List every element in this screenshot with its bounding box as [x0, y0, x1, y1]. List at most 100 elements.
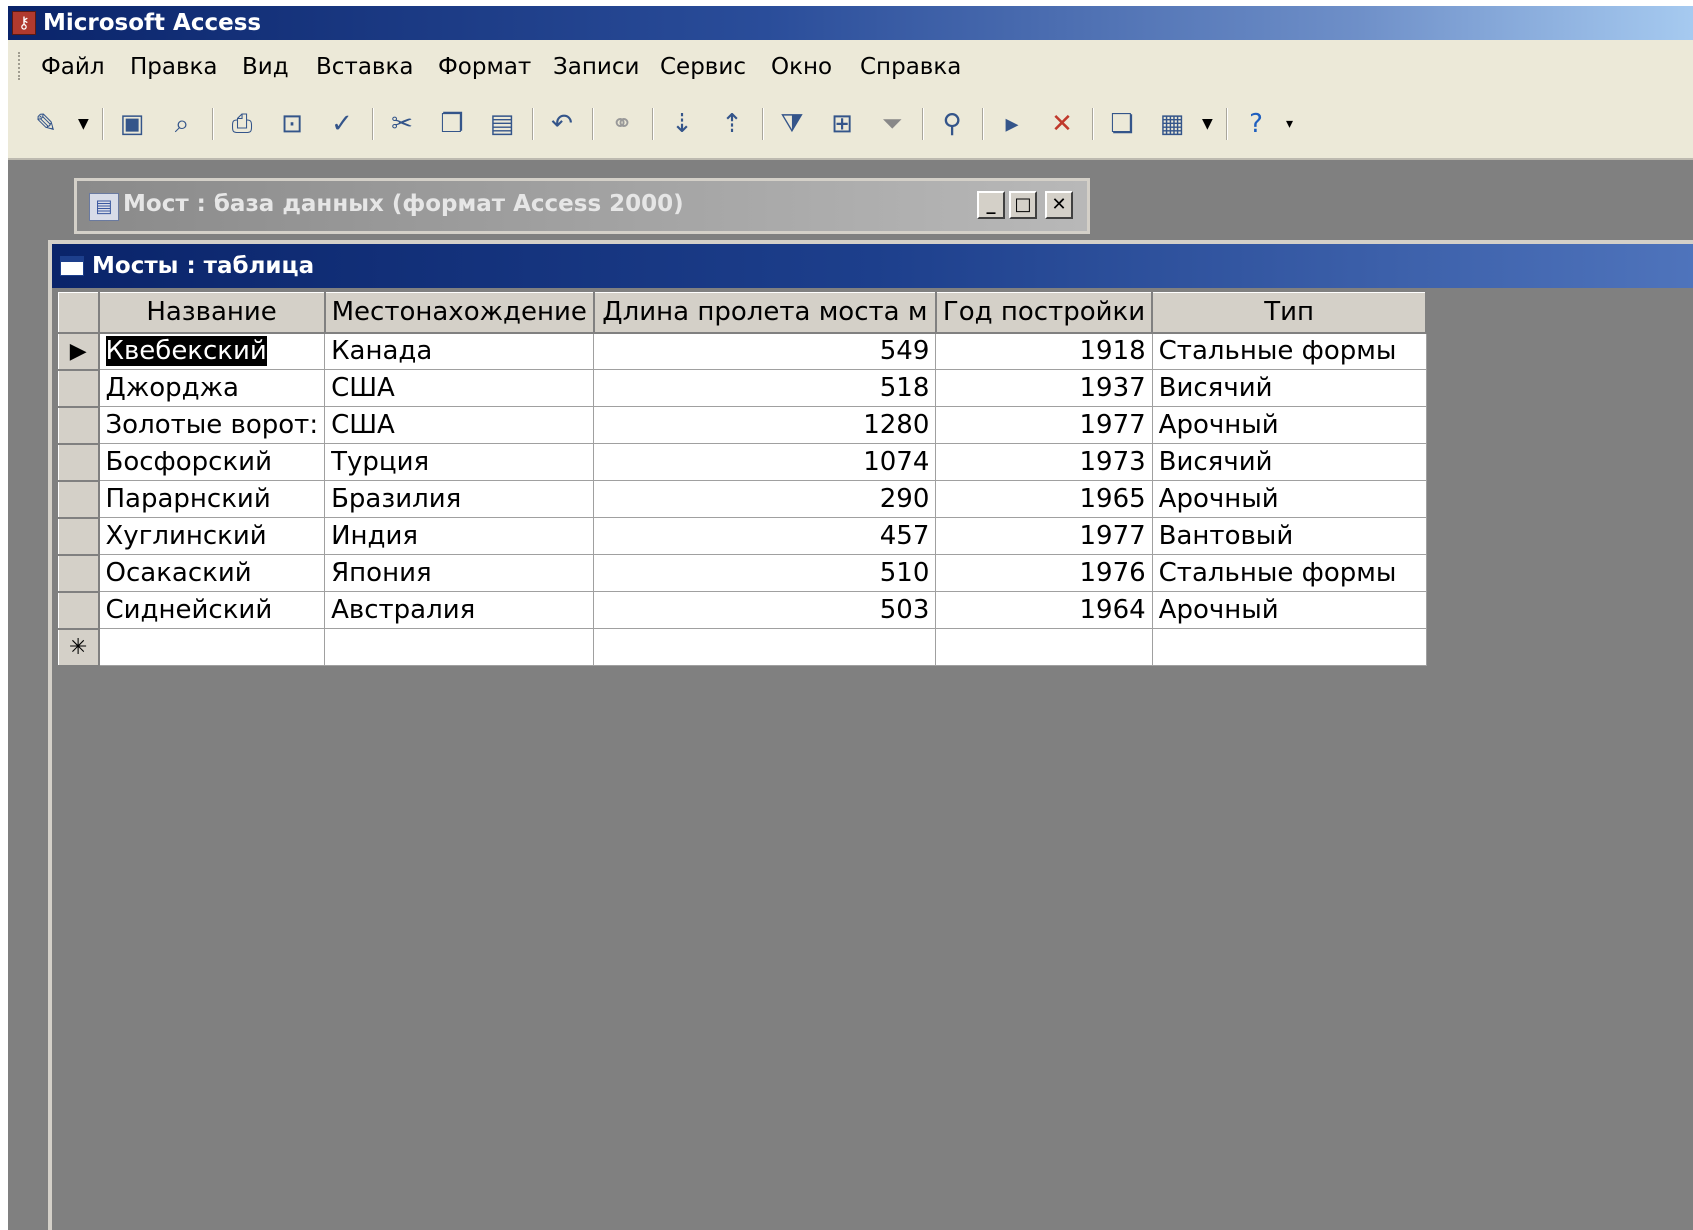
- minimize-icon[interactable]: _: [977, 191, 1005, 219]
- cut-icon[interactable]: ✂: [384, 106, 420, 142]
- table-cell[interactable]: 1937: [935, 369, 1153, 407]
- column-header[interactable]: Тип: [1151, 292, 1428, 334]
- table-cell[interactable]: 1280: [593, 406, 937, 444]
- database-window-icon[interactable]: ❏: [1104, 106, 1140, 142]
- table-cell[interactable]: Арочный: [1151, 406, 1427, 444]
- table-cell[interactable]: Индия: [324, 517, 595, 555]
- view-dropdown-icon[interactable]: ▼: [78, 106, 89, 142]
- table-cell[interactable]: Висячий: [1151, 369, 1427, 407]
- table-cell[interactable]: Золотые ворот:: [97, 406, 326, 444]
- menu-window[interactable]: Окно: [771, 54, 832, 80]
- menu-insert[interactable]: Вставка: [316, 54, 413, 80]
- table-cell[interactable]: Стальные формы: [1151, 554, 1427, 592]
- column-header[interactable]: Год постройки: [935, 292, 1154, 334]
- record-selector[interactable]: [58, 554, 100, 593]
- table-cell[interactable]: 510: [593, 554, 937, 592]
- table-cell[interactable]: 1074: [593, 443, 937, 481]
- menubar-grip[interactable]: [18, 52, 23, 80]
- table-cell[interactable]: [324, 628, 595, 666]
- table-row[interactable]: Осакаский Япония 510 1976 Стальные формы: [58, 554, 1427, 593]
- table-cell[interactable]: Висячий: [1151, 443, 1427, 481]
- table-cell[interactable]: Турция: [324, 443, 595, 481]
- file-search-icon[interactable]: ⌕: [164, 106, 200, 142]
- table-row[interactable]: ▶ Квебекский Канада 549 1918 Стальные фо…: [58, 332, 1427, 371]
- paste-icon[interactable]: ▤: [484, 106, 520, 142]
- record-selector[interactable]: [58, 591, 100, 630]
- record-selector-current[interactable]: ▶: [58, 332, 100, 371]
- table-cell[interactable]: США: [324, 406, 595, 444]
- table-cell[interactable]: Джорджа: [97, 369, 326, 407]
- print-preview-icon[interactable]: ⊡: [274, 106, 310, 142]
- column-header[interactable]: Длина пролета моста м: [593, 292, 937, 334]
- table-cell[interactable]: Босфорский: [97, 443, 326, 481]
- menu-view[interactable]: Вид: [242, 54, 289, 80]
- insert-hyperlink-icon[interactable]: ⚭: [604, 106, 640, 142]
- table-cell[interactable]: Вантовый: [1151, 517, 1427, 555]
- table-cell[interactable]: США: [324, 369, 595, 407]
- column-header[interactable]: Название: [97, 292, 326, 334]
- filter-by-form-icon[interactable]: ⊞: [824, 106, 860, 142]
- maximize-icon[interactable]: □: [1009, 191, 1037, 219]
- menu-tools[interactable]: Сервис: [660, 54, 746, 80]
- undo-icon[interactable]: ↶: [544, 106, 580, 142]
- table-cell[interactable]: [593, 628, 937, 666]
- table-row[interactable]: Золотые ворот: США 1280 1977 Арочный: [58, 406, 1427, 445]
- record-selector[interactable]: [58, 406, 100, 445]
- apply-filter-icon[interactable]: ⏷: [874, 106, 910, 142]
- column-header[interactable]: Местонахождение: [324, 292, 595, 334]
- table-cell[interactable]: Канада: [324, 332, 595, 370]
- table-cell[interactable]: [97, 628, 326, 666]
- spelling-icon[interactable]: ✓: [324, 106, 360, 142]
- toolbar-options-icon[interactable]: ▾: [1286, 106, 1293, 142]
- table-cell[interactable]: 503: [593, 591, 937, 629]
- close-icon[interactable]: ✕: [1045, 191, 1073, 219]
- select-all-corner[interactable]: [58, 292, 100, 334]
- copy-icon[interactable]: ❐: [434, 106, 470, 142]
- new-object-dropdown-icon[interactable]: ▼: [1202, 106, 1213, 142]
- record-selector[interactable]: [58, 443, 100, 482]
- table-cell[interactable]: Арочный: [1151, 591, 1427, 629]
- new-record-icon[interactable]: ▸: [994, 106, 1030, 142]
- table-cell[interactable]: Квебекский: [97, 332, 326, 370]
- table-cell[interactable]: 1918: [935, 332, 1153, 370]
- table-cell[interactable]: Стальные формы: [1151, 332, 1427, 370]
- menu-format[interactable]: Формат: [438, 54, 531, 80]
- record-selector[interactable]: [58, 369, 100, 408]
- table-cell[interactable]: 1977: [935, 406, 1153, 444]
- print-icon[interactable]: ⎙: [224, 106, 260, 142]
- find-binoculars-icon[interactable]: ⚲: [934, 106, 970, 142]
- help-icon[interactable]: ?: [1238, 106, 1274, 142]
- menu-records[interactable]: Записи: [553, 54, 639, 80]
- table-cell[interactable]: Бразилия: [324, 480, 595, 518]
- table-cell[interactable]: 1976: [935, 554, 1153, 592]
- selected-cell-text[interactable]: Квебекский: [105, 336, 267, 367]
- table-row[interactable]: Сиднейский Австралия 503 1964 Арочный: [58, 591, 1427, 630]
- save-icon[interactable]: ▣: [114, 106, 150, 142]
- new-record-row[interactable]: ✳: [58, 628, 1427, 667]
- filter-by-selection-icon[interactable]: ⧩: [774, 106, 810, 142]
- table-row[interactable]: Джорджа США 518 1937 Висячий: [58, 369, 1427, 408]
- table-cell[interactable]: [1151, 628, 1427, 666]
- table-cell[interactable]: Арочный: [1151, 480, 1427, 518]
- table-cell[interactable]: Япония: [324, 554, 595, 592]
- table-cell[interactable]: 518: [593, 369, 937, 407]
- new-object-icon[interactable]: ▦: [1154, 106, 1190, 142]
- table-cell[interactable]: 457: [593, 517, 937, 555]
- sort-ascending-icon[interactable]: ⇣: [664, 106, 700, 142]
- table-cell[interactable]: 290: [593, 480, 937, 518]
- record-selector[interactable]: [58, 517, 100, 556]
- new-record-selector[interactable]: ✳: [58, 628, 100, 667]
- table-cell[interactable]: 1965: [935, 480, 1153, 518]
- table-cell[interactable]: 1977: [935, 517, 1153, 555]
- table-cell[interactable]: 549: [593, 332, 937, 370]
- delete-record-icon[interactable]: ✕: [1044, 106, 1080, 142]
- table-cell[interactable]: [935, 628, 1153, 666]
- sort-descending-icon[interactable]: ⇡: [714, 106, 750, 142]
- table-cell[interactable]: Хуглинский: [97, 517, 326, 555]
- menu-file[interactable]: Файл: [41, 54, 105, 80]
- record-selector[interactable]: [58, 480, 100, 519]
- menu-edit[interactable]: Правка: [130, 54, 218, 80]
- table-row[interactable]: Парарнский Бразилия 290 1965 Арочный: [58, 480, 1427, 519]
- table-cell[interactable]: 1964: [935, 591, 1153, 629]
- view-design-icon[interactable]: ✎: [28, 106, 64, 142]
